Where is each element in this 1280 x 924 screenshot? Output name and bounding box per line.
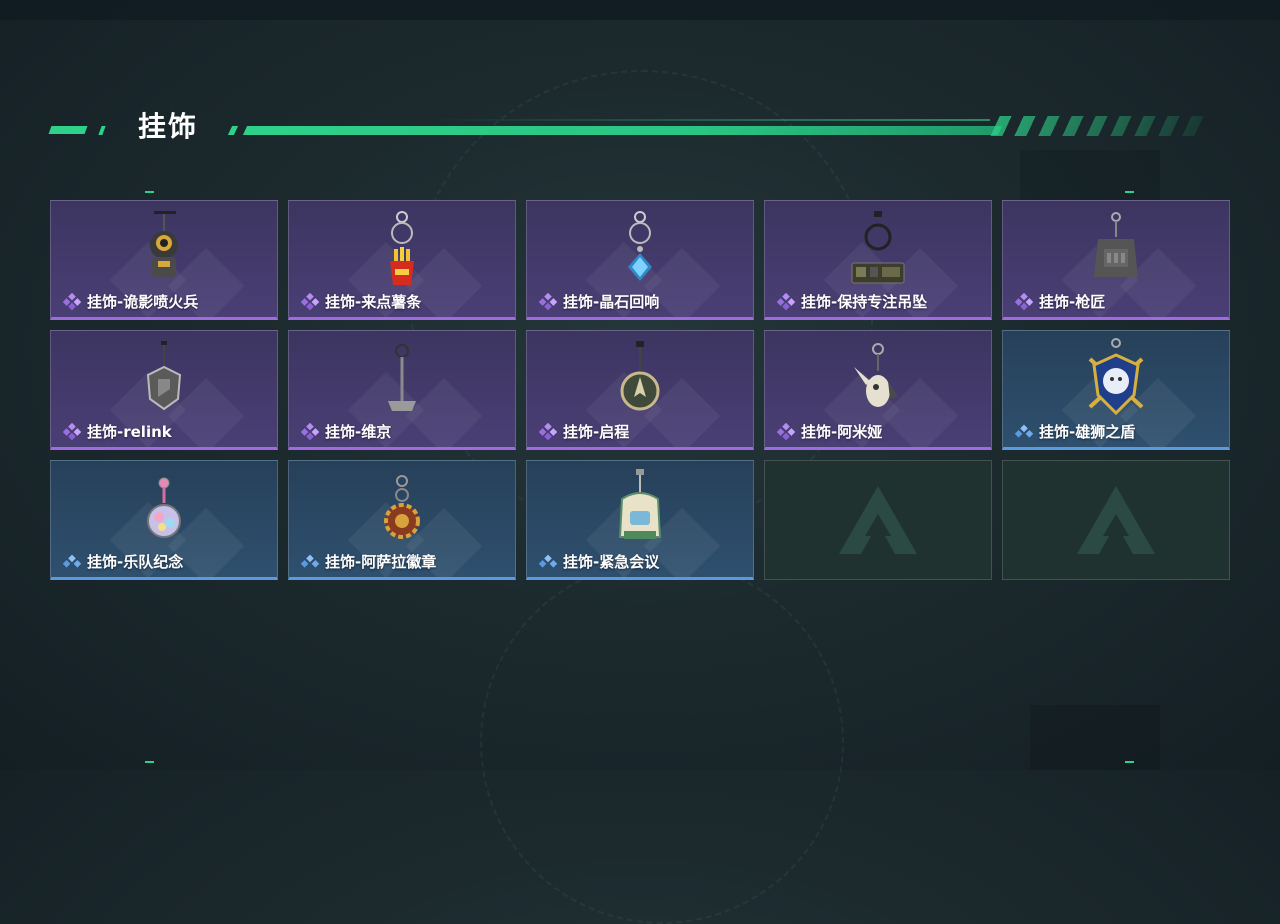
rarity-diamond-icon [300,554,320,568]
header-accent [48,126,88,134]
header-accent [98,126,106,135]
charm-card[interactable]: 挂饰-阿米娅 [764,330,992,450]
charm-name: 挂饰-晶石回响 [563,293,660,311]
charm-card[interactable]: 挂饰-来点薯条 [288,200,516,320]
charm-name: 挂饰-阿米娅 [801,423,883,441]
header-checker-pattern [990,116,1205,136]
charm-name: 挂饰-枪匠 [1039,293,1106,311]
rarity-diamond-icon [300,423,320,441]
rarity-diamond-icon [776,293,796,311]
charm-name: 挂饰-雄狮之盾 [1039,423,1136,441]
header-bar [242,126,1003,135]
corner-tick [1125,191,1134,193]
header-line [430,119,990,121]
empty-slot [1002,460,1230,580]
charm-card[interactable]: 挂饰-relink [50,330,278,450]
charm-name: 挂饰-维京 [325,423,392,441]
corner-tick [145,191,154,193]
delta-logo-icon [1077,486,1155,554]
rarity-diamond-icon [538,554,558,568]
stay-focused-tag-icon [851,211,905,284]
empty-slot [764,460,992,580]
charm-name: 挂饰-乐队纪念 [87,553,184,571]
charm-name: 挂饰-紧急会议 [563,553,660,571]
charm-card[interactable]: 挂饰-保持专注吊坠 [764,200,992,320]
delta-logo-icon [839,486,917,554]
charm-card[interactable]: 挂饰-雄狮之盾 [1002,330,1230,450]
page-title: 挂饰 [138,110,199,143]
sun-emblem-icon [384,475,420,539]
charm-name: 挂饰-relink [87,423,172,441]
charm-name: 挂饰-阿萨拉徽章 [325,553,437,571]
background-shape [1030,705,1160,770]
lion-shield-icon [1088,338,1144,416]
top-bar [0,0,1280,20]
corner-tick [145,761,154,763]
charm-card[interactable]: 挂饰-阿萨拉徽章 [288,460,516,580]
rarity-diamond-icon [538,293,558,311]
charm-grid: 挂饰-诡影喷火兵 挂饰-来点薯条 挂饰-晶石回响 挂饰-保持专注吊坠 挂饰-枪匠… [50,200,1230,580]
corner-tick [1125,761,1134,763]
rarity-diamond-icon [1014,424,1034,438]
band-badge-icon [147,477,181,538]
charm-card[interactable]: 挂饰-诡影喷火兵 [50,200,278,320]
rarity-diamond-icon [62,423,82,441]
rarity-diamond-icon [1014,293,1034,311]
charm-card[interactable]: 挂饰-维京 [288,330,516,450]
rarity-diamond-icon [776,423,796,441]
rabbit-figure-icon [854,343,898,407]
charm-name: 挂饰-启程 [563,423,630,441]
crystal-charm-icon [628,211,652,281]
charm-name: 挂饰-来点薯条 [325,293,422,311]
charm-name: 挂饰-诡影喷火兵 [87,293,199,311]
background-ring [480,560,844,924]
rarity-diamond-icon [538,423,558,441]
rarity-diamond-icon [300,293,320,311]
header-accent [227,126,239,135]
charm-card[interactable]: 挂饰-紧急会议 [526,460,754,580]
compass-medallion-icon [620,341,660,411]
fries-charm-icon [390,211,414,285]
charm-card[interactable]: 挂饰-晶石回响 [526,200,754,320]
flame-soldier-charm-icon [150,211,178,277]
emergency-meeting-icon [618,469,662,539]
rarity-diamond-icon [62,293,82,311]
charm-card[interactable]: 挂饰-启程 [526,330,754,450]
rarity-diamond-icon [62,554,82,568]
viking-hammer-icon [388,344,416,411]
charm-name: 挂饰-保持专注吊坠 [801,293,928,311]
charm-card[interactable]: 挂饰-枪匠 [1002,200,1230,320]
relink-shield-icon [146,341,182,411]
charm-card[interactable]: 挂饰-乐队纪念 [50,460,278,580]
gunsmith-vest-icon [1094,212,1138,277]
